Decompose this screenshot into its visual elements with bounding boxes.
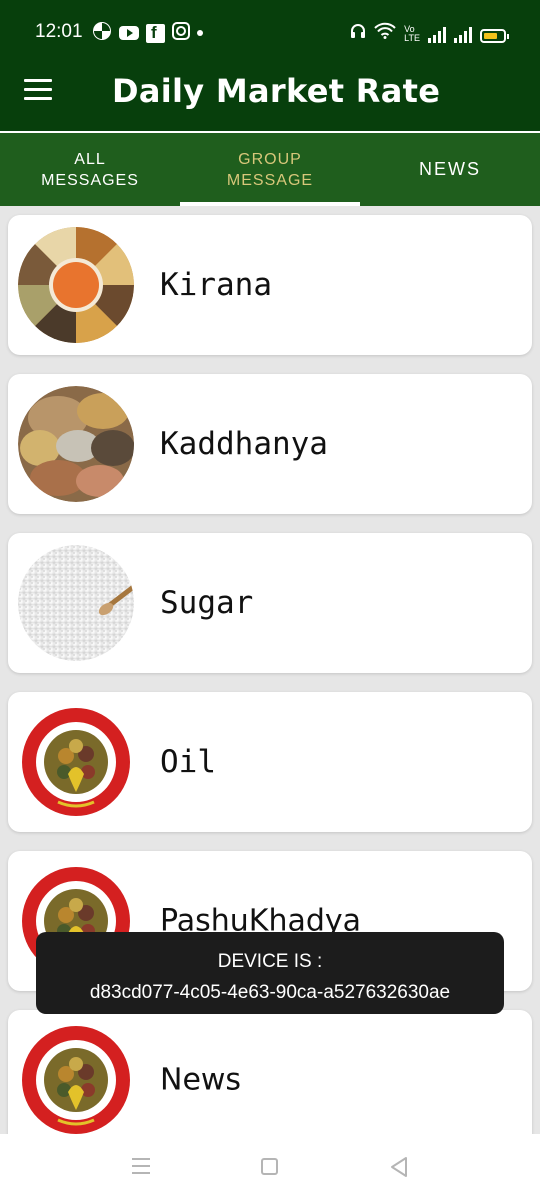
- tab-bar: ALL MESSAGES GROUP MESSAGE NEWS: [0, 133, 540, 206]
- app-bar: Daily Market Rate: [0, 64, 540, 131]
- status-time: 12:01: [35, 21, 83, 42]
- facebook-icon: [146, 23, 165, 43]
- group-card-oil[interactable]: Oil: [8, 692, 532, 832]
- battery-icon: [480, 29, 509, 43]
- notification-icons: [92, 21, 203, 45]
- signal-icon: [454, 27, 472, 43]
- volte-icon: Vo LTE: [404, 24, 420, 43]
- toast-device-id: d83cd077-4c05-4e63-90ca-a527632630ae: [89, 982, 451, 1003]
- device-id-toast: DEVICE IS : d83cd077-4c05-4e63-90ca-a527…: [36, 932, 504, 1014]
- seal-logo-icon: [18, 1022, 134, 1136]
- tab-label: GROUP MESSAGE: [226, 150, 314, 189]
- group-label: Oil: [160, 744, 216, 780]
- headset-icon: [350, 23, 366, 43]
- group-label: News: [160, 1062, 242, 1098]
- back-icon[interactable]: [389, 1156, 409, 1182]
- tab-label: NEWS: [419, 159, 481, 179]
- hamburger-menu-icon[interactable]: [24, 79, 52, 103]
- app-title: Daily Market Rate: [112, 72, 441, 110]
- tab-all-messages[interactable]: ALL MESSAGES: [0, 133, 180, 206]
- recent-apps-icon[interactable]: [132, 1158, 150, 1179]
- group-label: Kaddhanya: [160, 426, 328, 462]
- toast-title: DEVICE IS :: [217, 951, 323, 972]
- grains-platter-icon: [18, 227, 134, 343]
- dot-icon: [197, 30, 203, 36]
- system-nav-bar: [0, 1134, 540, 1200]
- signal-icon: [428, 27, 446, 43]
- tab-label: ALL MESSAGES: [41, 150, 139, 189]
- tab-group-message[interactable]: GROUP MESSAGE: [180, 133, 360, 206]
- group-label: Kirana: [160, 267, 272, 303]
- pinwheel-icon: [92, 21, 112, 45]
- system-icons: Vo LTE: [350, 22, 509, 43]
- seal-logo-icon: [18, 704, 134, 820]
- spice-heaps-icon: [18, 386, 134, 502]
- instagram-icon: [172, 22, 190, 44]
- youtube-icon: [119, 26, 139, 40]
- group-card-kaddhanya[interactable]: Kaddhanya: [8, 374, 532, 514]
- sugar-icon: [18, 545, 134, 661]
- tab-news[interactable]: NEWS: [360, 133, 540, 206]
- home-icon[interactable]: [261, 1158, 278, 1175]
- group-card-sugar[interactable]: Sugar: [8, 533, 532, 673]
- group-card-kirana[interactable]: Kirana: [8, 215, 532, 355]
- wifi-icon: [374, 22, 396, 43]
- status-bar: 12:01 VoLTE: [0, 0, 540, 64]
- group-card-news[interactable]: News: [8, 1010, 532, 1136]
- group-label: Sugar: [160, 585, 254, 621]
